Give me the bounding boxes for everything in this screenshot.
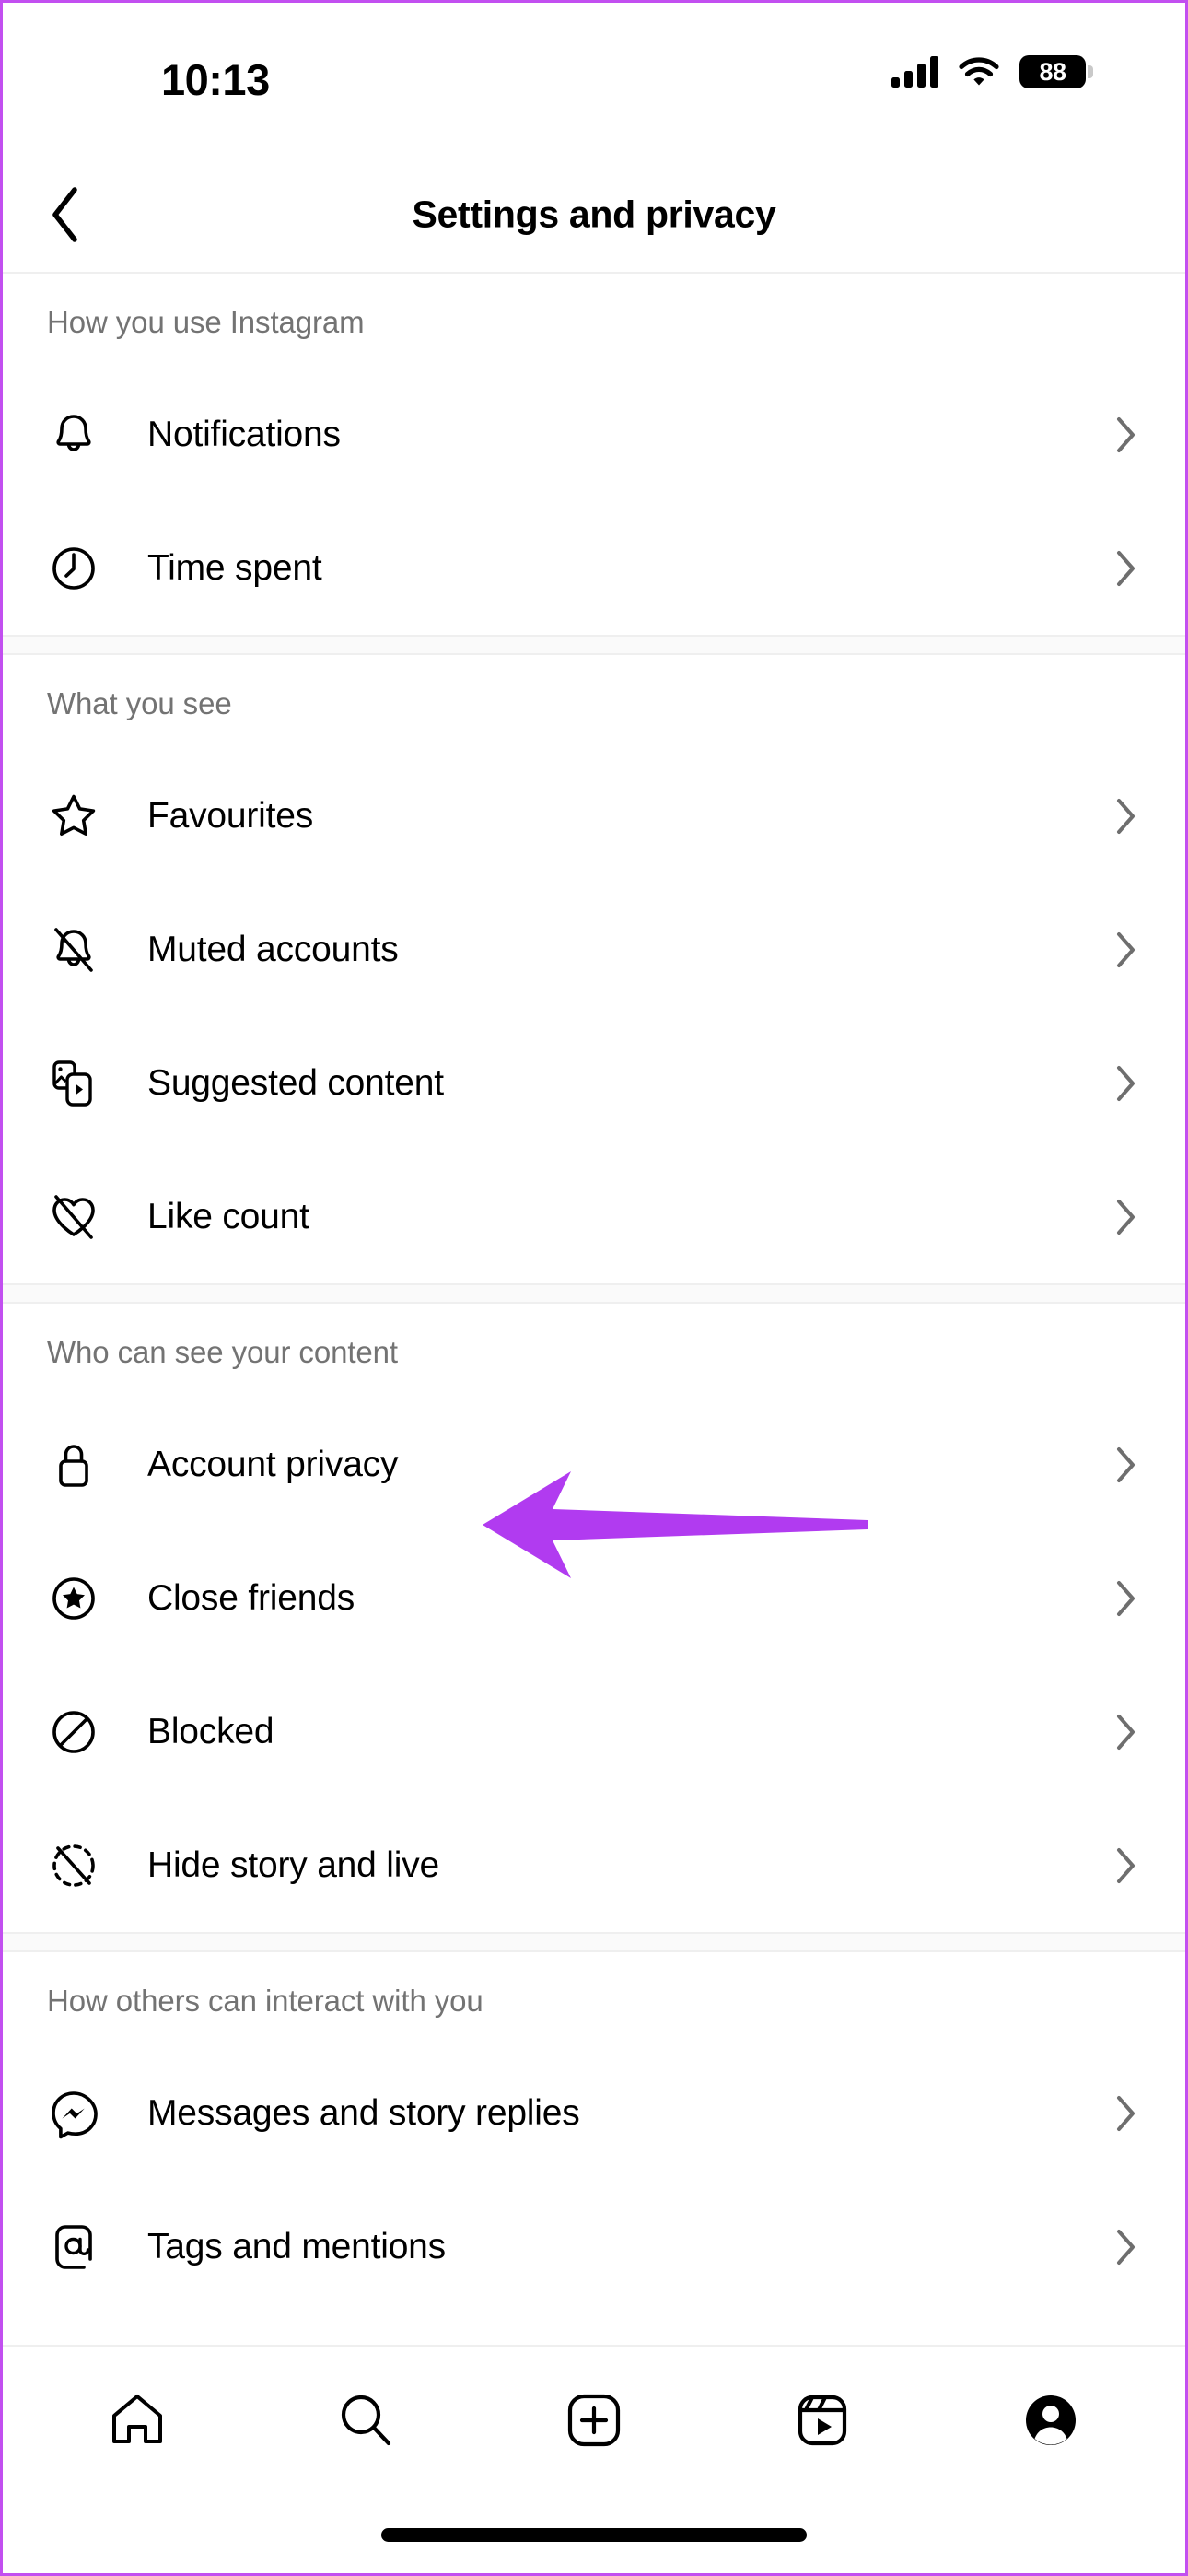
suggested-content-icon — [47, 1057, 100, 1110]
section-header-how-others-can-interact-with-you: How others can interact with you — [47, 1984, 483, 2018]
section-divider — [3, 635, 1185, 655]
chevron-right-icon — [1110, 1714, 1143, 1750]
settings-row-label: Account privacy — [147, 1444, 399, 1484]
star-icon — [47, 790, 100, 843]
status-bar-indicators: 88 — [891, 55, 1093, 88]
home-icon — [112, 2395, 162, 2443]
block-icon — [47, 1705, 100, 1759]
section-header-what-you-see: What you see — [47, 686, 232, 720]
heart-slash-icon — [47, 1190, 100, 1244]
settings-row-muted-accounts[interactable]: Muted accounts — [3, 883, 1185, 1016]
create-plus-icon — [567, 2394, 621, 2447]
reels-icon — [798, 2395, 847, 2446]
battery-percent: 88 — [1039, 57, 1066, 86]
settings-row-notifications[interactable]: Notifications — [3, 368, 1185, 501]
settings-row-label: Favourites — [147, 795, 314, 836]
chevron-right-icon — [1110, 2229, 1143, 2265]
chevron-right-icon — [1110, 798, 1143, 834]
lock-icon — [47, 1438, 100, 1492]
tab-home[interactable] — [93, 2376, 181, 2465]
settings-row-like-count[interactable]: Like count — [3, 1150, 1185, 1283]
settings-row-account-privacy[interactable]: Account privacy — [3, 1398, 1185, 1531]
settings-list: How you use Instagram Notifications Time — [3, 274, 1185, 2393]
settings-row-label: Tags and mentions — [147, 2226, 446, 2266]
instagram-settings-screen: 10:13 88 Settings and privacy How you us… — [0, 0, 1188, 2576]
settings-row-label: Messages and story replies — [147, 2092, 580, 2133]
settings-row-label: Suggested content — [147, 1062, 444, 1103]
tab-profile[interactable] — [1007, 2376, 1095, 2465]
bell-icon — [47, 408, 100, 462]
chevron-right-icon — [1110, 1847, 1143, 1883]
settings-row-label: Hide story and live — [147, 1844, 440, 1885]
messenger-icon — [47, 2087, 100, 2140]
section-header-who-can-see-your-content: Who can see your content — [47, 1335, 398, 1369]
clock-icon — [47, 542, 100, 595]
settings-row-label: Time spent — [147, 547, 322, 588]
chevron-right-icon — [1110, 1446, 1143, 1482]
chevron-right-icon — [1110, 416, 1143, 452]
section-divider — [3, 1283, 1185, 1304]
status-bar-time: 10:13 — [161, 55, 270, 104]
page-title: Settings and privacy — [412, 193, 776, 236]
settings-row-label: Muted accounts — [147, 929, 399, 969]
settings-row-blocked[interactable]: Blocked — [3, 1665, 1185, 1798]
status-bar: 10:13 88 — [3, 3, 1185, 158]
section-divider — [3, 1932, 1185, 1952]
chevron-right-icon — [1110, 1580, 1143, 1616]
settings-row-close-friends[interactable]: Close friends — [3, 1531, 1185, 1665]
navigation-bar: Settings and privacy — [3, 158, 1185, 274]
settings-row-label: Notifications — [147, 414, 341, 454]
tab-reels[interactable] — [778, 2376, 867, 2465]
battery-icon: 88 — [1019, 55, 1093, 88]
settings-row-hide-story-and-live[interactable]: Hide story and live — [3, 1798, 1185, 1932]
close-friends-star-icon — [47, 1572, 100, 1625]
section-header-how-you-use-instagram: How you use Instagram — [47, 305, 365, 339]
settings-row-label: Like count — [147, 1196, 309, 1236]
settings-row-suggested-content[interactable]: Suggested content — [3, 1016, 1185, 1150]
chevron-right-icon — [1110, 1199, 1143, 1235]
wifi-icon — [959, 56, 999, 88]
profile-avatar-icon — [1026, 2395, 1076, 2445]
settings-row-label: Blocked — [147, 1711, 274, 1751]
settings-row-label: Close friends — [147, 1577, 355, 1618]
chevron-right-icon — [1110, 550, 1143, 586]
settings-row-tags-and-mentions[interactable]: Tags and mentions — [3, 2180, 1185, 2313]
home-indicator — [381, 2528, 807, 2542]
search-icon — [341, 2395, 391, 2446]
settings-row-favourites[interactable]: Favourites — [3, 749, 1185, 883]
settings-row-time-spent[interactable]: Time spent — [3, 501, 1185, 635]
bell-slash-icon — [47, 923, 100, 977]
chevron-right-icon — [1110, 2095, 1143, 2131]
at-mention-icon — [47, 2220, 100, 2274]
tab-search[interactable] — [321, 2376, 410, 2465]
cellular-signal-icon — [891, 56, 938, 88]
tab-create[interactable] — [550, 2376, 638, 2465]
chevron-right-icon — [1110, 931, 1143, 967]
hide-story-icon — [47, 1839, 100, 1892]
settings-row-messages-and-story-replies[interactable]: Messages and story replies — [3, 2046, 1185, 2180]
chevron-right-icon — [1110, 1065, 1143, 1101]
bottom-tab-bar — [3, 2345, 1185, 2573]
